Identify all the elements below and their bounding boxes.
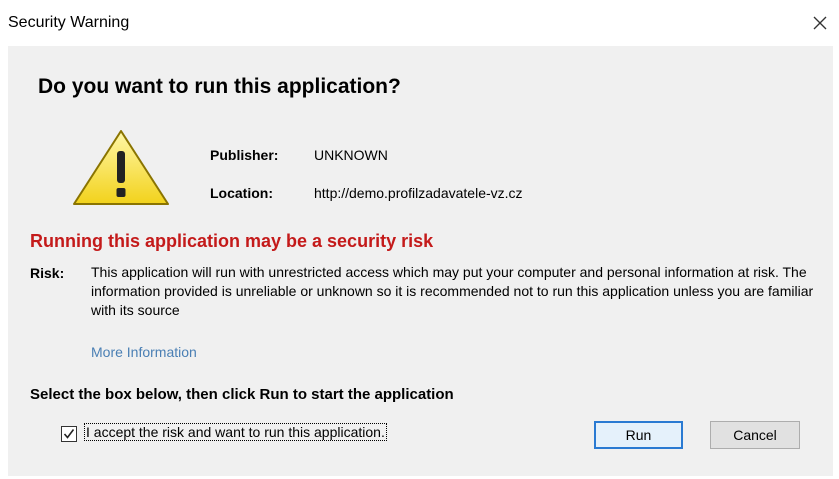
checkmark-icon [63, 429, 75, 439]
close-button[interactable] [807, 10, 833, 36]
publisher-value: UNKNOWN [314, 147, 388, 163]
dialog-heading: Do you want to run this application? [38, 75, 401, 98]
instruction-text: Select the box below, then click Run to … [30, 386, 454, 403]
accept-risk-label[interactable]: I accept the risk and want to run this a… [84, 423, 387, 441]
risk-heading: Running this application may be a securi… [30, 231, 434, 251]
cancel-button[interactable]: Cancel [710, 421, 800, 449]
dialog-panel: Do you want to run this application? Pub… [8, 46, 833, 476]
location-label: Location: [210, 185, 273, 201]
run-button[interactable]: Run [594, 421, 683, 449]
window-title: Security Warning [8, 14, 130, 31]
title-bar: Security Warning [0, 0, 839, 46]
risk-label: Risk: [30, 265, 65, 281]
warning-triangle-icon [73, 130, 169, 205]
more-information-link[interactable]: More Information [91, 344, 197, 360]
location-value: http://demo.profilzadavatele-vz.cz [314, 185, 523, 201]
risk-description: This application will run with unrestric… [91, 264, 814, 318]
accept-risk-checkbox[interactable] [61, 426, 77, 442]
publisher-label: Publisher: [210, 147, 279, 163]
close-icon [813, 16, 827, 30]
